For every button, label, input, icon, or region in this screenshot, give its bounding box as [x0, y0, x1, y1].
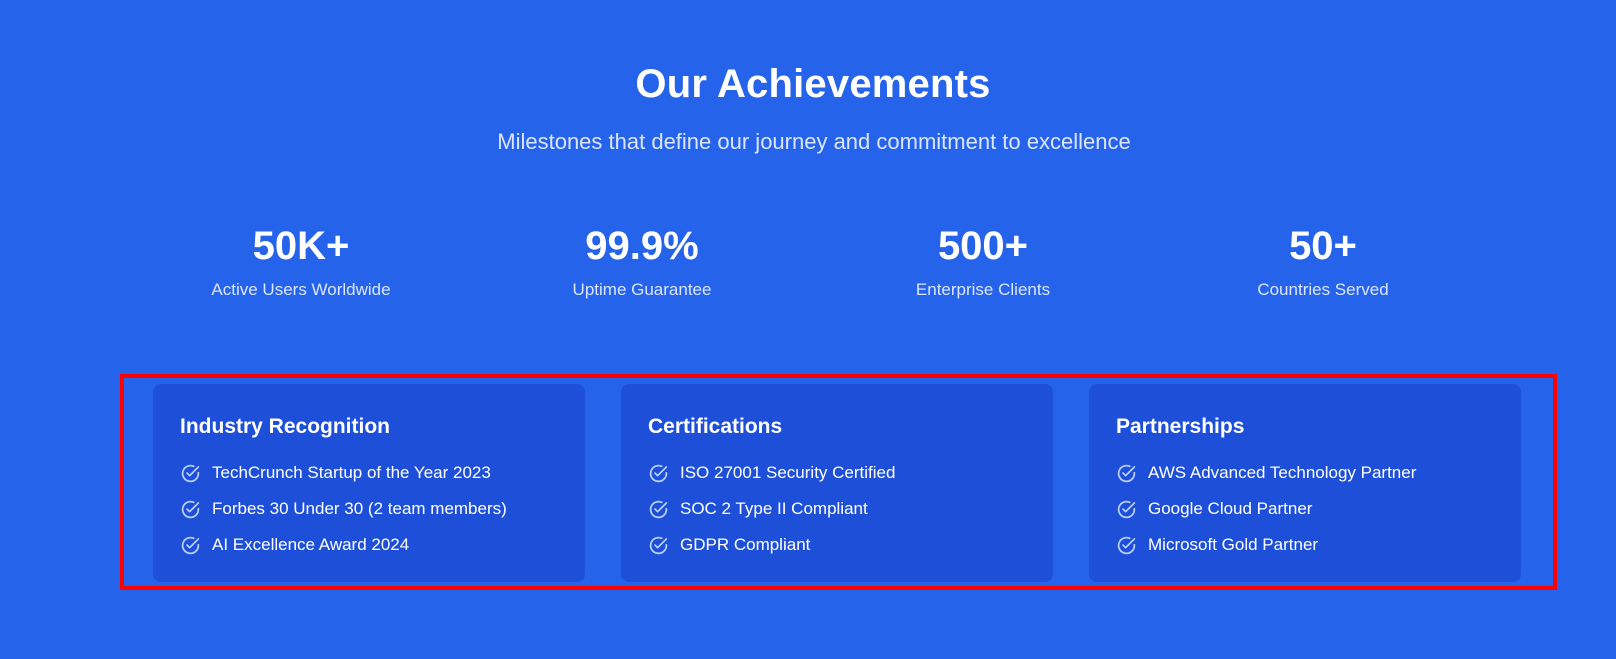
stat-active-users: 50K+ Active Users Worldwide — [151, 222, 451, 300]
stat-enterprise-clients: 500+ Enterprise Clients — [833, 222, 1133, 300]
stat-label: Active Users Worldwide — [211, 280, 391, 299]
card-title: Certifications — [648, 415, 783, 438]
check-circle-icon — [180, 463, 201, 484]
card-industry-recognition: Industry Recognition TechCrunch Startup … — [153, 384, 585, 582]
check-circle-icon — [648, 535, 669, 556]
list-item: Microsoft Gold Partner — [1116, 527, 1495, 563]
check-circle-icon — [1116, 499, 1137, 520]
list-item-label: SOC 2 Type II Compliant — [680, 499, 868, 518]
list-item: Forbes 30 Under 30 (2 team members) — [180, 491, 559, 527]
card-title: Partnerships — [1116, 415, 1245, 438]
list-item: ISO 27001 Security Certified — [648, 455, 1027, 491]
list-item: Google Cloud Partner — [1116, 491, 1495, 527]
list-item-label: Microsoft Gold Partner — [1148, 535, 1319, 554]
list-item-label: AWS Advanced Technology Partner — [1148, 463, 1417, 482]
stat-label: Countries Served — [1257, 280, 1389, 299]
card-partnerships: Partnerships AWS Advanced Technology Par… — [1089, 384, 1521, 582]
section-title: Our Achievements — [635, 62, 991, 106]
card-title: Industry Recognition — [180, 415, 390, 438]
card-list: ISO 27001 Security Certified SOC 2 Type … — [648, 455, 1027, 563]
section-subtitle: Milestones that define our journey and c… — [497, 129, 1131, 154]
check-circle-icon — [648, 463, 669, 484]
check-circle-icon — [180, 499, 201, 520]
check-circle-icon — [648, 499, 669, 520]
list-item-label: TechCrunch Startup of the Year 2023 — [212, 463, 491, 482]
stat-value: 500+ — [937, 224, 1029, 268]
check-circle-icon — [180, 535, 201, 556]
list-item: AWS Advanced Technology Partner — [1116, 455, 1495, 491]
check-circle-icon — [1116, 535, 1137, 556]
stat-label: Enterprise Clients — [915, 280, 1051, 299]
stat-label: Uptime Guarantee — [572, 280, 712, 299]
list-item-label: Forbes 30 Under 30 (2 team members) — [212, 499, 507, 518]
list-item: AI Excellence Award 2024 — [180, 527, 559, 563]
stat-value: 50+ — [1289, 224, 1357, 268]
list-item-label: Google Cloud Partner — [1148, 499, 1313, 518]
list-item-label: GDPR Compliant — [680, 535, 811, 554]
cards-row: Industry Recognition TechCrunch Startup … — [153, 384, 1521, 582]
card-list: TechCrunch Startup of the Year 2023 Forb… — [180, 455, 559, 563]
stat-uptime: 99.9% Uptime Guarantee — [492, 222, 792, 300]
list-item: TechCrunch Startup of the Year 2023 — [180, 455, 559, 491]
list-item: SOC 2 Type II Compliant — [648, 491, 1027, 527]
list-item: GDPR Compliant — [648, 527, 1027, 563]
stat-value: 99.9% — [585, 224, 699, 268]
card-list: AWS Advanced Technology Partner Google C… — [1116, 455, 1495, 563]
check-circle-icon — [1116, 463, 1137, 484]
stat-value: 50K+ — [252, 224, 350, 268]
stats-row: 50K+ Active Users Worldwide 99.9% Uptime… — [0, 222, 1616, 312]
card-certifications: Certifications ISO 27001 Security Certif… — [621, 384, 1053, 582]
list-item-label: AI Excellence Award 2024 — [212, 535, 410, 554]
list-item-label: ISO 27001 Security Certified — [680, 463, 896, 482]
achievements-section: Our Achievements Milestones that define … — [0, 0, 1616, 659]
stat-countries: 50+ Countries Served — [1173, 222, 1473, 300]
